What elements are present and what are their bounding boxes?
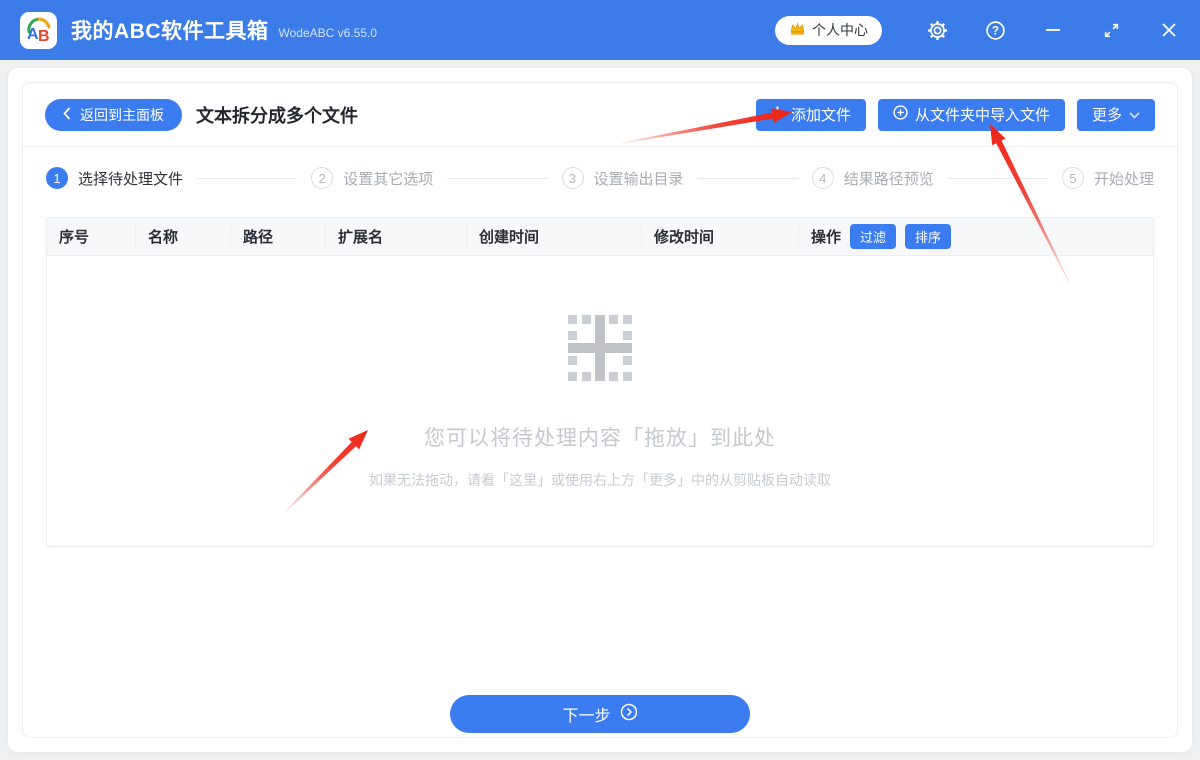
chevron-down-icon	[1129, 106, 1140, 123]
dropzone-title: 您可以将待处理内容「拖放」到此处	[424, 426, 776, 450]
step-5-number: 5	[1062, 167, 1084, 189]
user-center-button[interactable]: 个人中心	[775, 15, 882, 45]
step-3-output-dir: 3 设置输出目录	[561, 167, 684, 189]
step-4-number: 4	[811, 167, 834, 189]
add-files-button[interactable]: 添加文件	[755, 98, 866, 131]
step-2-options: 2 设置其它选项	[311, 167, 433, 189]
back-to-dashboard-button[interactable]: 返回到主面板	[45, 98, 182, 131]
wizard-steps: 1 选择待处理文件 2 设置其它选项 3 设置输出目录 4 结果路径预览 5 开…	[23, 147, 1177, 209]
column-header-path: 路径	[231, 224, 326, 249]
help-icon[interactable]: ?	[984, 19, 1006, 41]
user-center-label: 个人中心	[812, 22, 868, 38]
file-table: 序号 名称 路径 扩展名 创建时间 修改时间 操作 过滤 排序 您可以将待处理内…	[46, 217, 1154, 547]
step-5-process: 5 开始处理	[1062, 167, 1154, 189]
step-3-number: 3	[561, 167, 584, 189]
step-4-preview: 4 结果路径预览	[811, 167, 934, 189]
circle-plus-icon	[893, 105, 908, 124]
step-5-label: 开始处理	[1094, 170, 1155, 188]
column-header-ext: 扩展名	[326, 224, 467, 249]
close-icon[interactable]	[1158, 19, 1180, 41]
step-connector	[697, 177, 798, 179]
step-connector	[447, 177, 548, 179]
column-header-created: 创建时间	[467, 224, 642, 249]
minimize-icon[interactable]	[1042, 19, 1064, 41]
step-1-select-files: 1 选择待处理文件	[46, 167, 183, 189]
column-header-index: 序号	[47, 224, 136, 249]
app-version: WodeABC v6.55.0	[278, 26, 378, 40]
drop-target-icon	[563, 313, 637, 388]
circle-arrow-right-icon	[620, 703, 638, 726]
more-button[interactable]: 更多	[1076, 98, 1155, 131]
plus-icon	[771, 106, 784, 123]
add-files-label: 添加文件	[790, 107, 851, 124]
dropzone[interactable]: 您可以将待处理内容「拖放」到此处 如果无法拖动，请看「这里」或使用右上方「更多」…	[47, 256, 1153, 546]
settings-gear-icon[interactable]	[926, 19, 948, 41]
svg-text:B: B	[38, 28, 50, 45]
main-panel: 返回到主面板 文本拆分成多个文件 添加文件 从文件夹中导入文件 更多 1 选择待…	[8, 68, 1192, 752]
more-button-label: 更多	[1091, 107, 1122, 124]
back-button-label: 返回到主面板	[80, 106, 164, 123]
chevron-left-icon	[63, 106, 71, 123]
step-1-number: 1	[46, 167, 68, 189]
maximize-icon[interactable]	[1100, 19, 1122, 41]
step-1-label: 选择待处理文件	[78, 170, 184, 188]
import-from-folder-button[interactable]: 从文件夹中导入文件	[877, 98, 1065, 131]
page-title: 文本拆分成多个文件	[196, 105, 358, 126]
crown-icon	[789, 21, 806, 39]
step-connector	[947, 177, 1048, 179]
page-header: 返回到主面板 文本拆分成多个文件 添加文件 从文件夹中导入文件 更多	[23, 83, 1177, 147]
next-step-label: 下一步	[562, 708, 611, 725]
svg-text:?: ?	[991, 25, 998, 37]
file-table-header: 序号 名称 路径 扩展名 创建时间 修改时间 操作 过滤 排序	[47, 218, 1153, 256]
column-header-name: 名称	[136, 224, 231, 249]
import-from-folder-label: 从文件夹中导入文件	[914, 107, 1050, 124]
next-step-button[interactable]: 下一步	[450, 695, 750, 733]
dropzone-subtitle: 如果无法拖动，请看「这里」或使用右上方「更多」中的从剪贴板自动读取	[369, 471, 831, 488]
titlebar: A B 我的ABC软件工具箱 WodeABC v6.55.0 个人中心 ?	[0, 0, 1200, 60]
step-connector	[197, 177, 298, 179]
column-header-modified: 修改时间	[642, 224, 799, 249]
step-2-number: 2	[311, 167, 334, 189]
app-title: 我的ABC软件工具箱	[71, 20, 269, 43]
step-2-label: 设置其它选项	[343, 170, 434, 188]
step-3-label: 设置输出目录	[593, 170, 684, 188]
content-card: 返回到主面板 文本拆分成多个文件 添加文件 从文件夹中导入文件 更多 1 选择待…	[22, 82, 1178, 738]
column-header-actions: 操作 过滤 排序	[799, 224, 1153, 249]
sort-button[interactable]: 排序	[905, 224, 952, 249]
step-4-label: 结果路径预览	[843, 170, 934, 188]
filter-button[interactable]: 过滤	[850, 224, 897, 249]
app-logo-icon: A B	[20, 11, 57, 49]
actions-header-label: 操作	[811, 229, 842, 246]
